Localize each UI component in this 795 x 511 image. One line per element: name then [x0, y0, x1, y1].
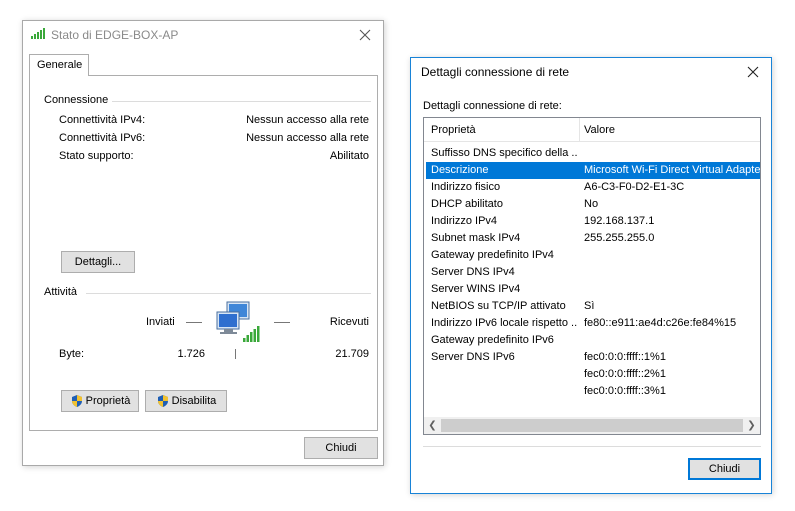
property-cell: Indirizzo IPv6 locale rispetto ...	[431, 317, 577, 329]
wifi-signal-icon	[31, 28, 45, 39]
property-cell: Subnet mask IPv4	[431, 232, 521, 244]
received-line	[274, 322, 290, 323]
property-cell: Server WINS IPv4	[431, 283, 521, 295]
ipv6-connectivity-label: Connettività IPv6:	[59, 132, 146, 144]
disable-button[interactable]: Disabilita	[145, 390, 227, 412]
property-cell: Indirizzo fisico	[431, 181, 501, 193]
scrollbar-thumb[interactable]	[441, 419, 743, 432]
value-cell: fec0:0:0:ffff::3%1	[584, 385, 666, 397]
value-cell: Sì	[584, 300, 595, 312]
tab-generale[interactable]: Generale	[29, 54, 89, 76]
list-header: Proprietà Valore	[424, 118, 760, 142]
list-item[interactable]: fec0:0:0:ffff::2%1	[426, 366, 760, 383]
horizontal-scrollbar[interactable]: ❮ ❯	[424, 417, 760, 434]
close-icon[interactable]	[355, 25, 375, 45]
activity-group-label: Attività	[44, 286, 78, 298]
ipv6-connectivity-value: Nessun accesso alla rete	[246, 132, 369, 144]
value-cell: Microsoft Wi-Fi Direct Virtual Adapter	[584, 164, 760, 176]
status-window-titlebar[interactable]: Stato di EDGE-BOX-AP	[23, 21, 383, 49]
property-cell: Gateway predefinito IPv6	[431, 334, 554, 346]
uac-shield-icon	[71, 395, 82, 407]
list-item[interactable]: Server WINS IPv4	[426, 281, 760, 298]
value-cell: A6-C3-F0-D2-E1-3C	[584, 181, 685, 193]
column-header-property[interactable]: Proprietà	[431, 124, 476, 136]
list-item[interactable]: Indirizzo fisico A6-C3-F0-D2-E1-3C	[426, 179, 760, 196]
value-cell: No	[584, 198, 599, 210]
list-item[interactable]: Descrizione Microsoft Wi-Fi Direct Virtua…	[426, 162, 760, 179]
status-window-title: Stato di EDGE-BOX-AP	[51, 28, 179, 42]
close-icon[interactable]	[743, 62, 763, 82]
list-item[interactable]: Indirizzo IPv4 192.168.137.1	[426, 213, 760, 230]
details-window-titlebar[interactable]: Dettagli connessione di rete	[411, 58, 771, 86]
details-window: Dettagli connessione di rete Dettagli co…	[410, 57, 772, 494]
status-window: Stato di EDGE-BOX-AP Generale Connession…	[22, 20, 384, 466]
divider	[86, 293, 371, 294]
network-computers-icon	[216, 301, 260, 342]
value-cell: fe80::e911:ae4d:c26e:fe84%15	[584, 317, 737, 329]
value-cell: fec0:0:0:ffff::1%1	[584, 351, 666, 363]
bytes-sent-value: 1.726	[177, 348, 205, 360]
list-item[interactable]: NetBIOS su TCP/IP attivato Sì	[426, 298, 760, 315]
divider	[423, 446, 761, 447]
property-cell: Server DNS IPv4	[431, 266, 515, 278]
bytes-received-value: 21.709	[335, 348, 369, 360]
property-cell: Descrizione	[431, 164, 489, 176]
connection-group-label: Connessione	[44, 94, 109, 106]
divider	[112, 101, 371, 102]
scroll-left-icon[interactable]: ❮	[424, 417, 441, 434]
property-cell: Gateway predefinito IPv4	[431, 249, 554, 261]
list-item[interactable]: Gateway predefinito IPv6	[426, 332, 760, 349]
ipv4-connectivity-label: Connettività IPv4:	[59, 114, 146, 126]
details-button[interactable]: Dettagli...	[61, 251, 135, 273]
property-cell: NetBIOS su TCP/IP attivato	[431, 300, 566, 312]
scroll-right-icon[interactable]: ❯	[743, 417, 760, 434]
column-header-value[interactable]: Valore	[584, 124, 615, 136]
list-item[interactable]: Server DNS IPv4	[426, 264, 760, 281]
property-cell: Server DNS IPv6	[431, 351, 515, 363]
value-cell: 255.255.255.0	[584, 232, 655, 244]
property-cell: Indirizzo IPv4	[431, 215, 498, 227]
uac-shield-icon	[157, 395, 168, 407]
media-state-label: Stato supporto:	[59, 150, 134, 162]
list-item[interactable]: DHCP abilitato No	[426, 196, 760, 213]
list-item[interactable]: Subnet mask IPv4 255.255.255.0	[426, 230, 760, 247]
details-list[interactable]: Proprietà Valore Suffisso DNS specifico …	[423, 117, 761, 435]
close-button[interactable]: Chiudi	[688, 458, 761, 480]
tab-panel: Connessione Connettività IPv4: Nessun ac…	[29, 75, 378, 431]
column-separator[interactable]	[579, 118, 580, 142]
property-cell: Suffisso DNS specifico della ...	[431, 147, 577, 159]
bytes-label: Byte:	[59, 348, 85, 360]
ipv4-connectivity-value: Nessun accesso alla rete	[246, 114, 369, 126]
list-item[interactable]: Server DNS IPv6 fec0:0:0:ffff::1%1	[426, 349, 760, 366]
disable-button-label: Disabilita	[171, 395, 217, 407]
media-state-value: Abilitato	[329, 150, 369, 162]
list-item[interactable]: fec0:0:0:ffff::3%1	[426, 383, 760, 400]
property-cell: DHCP abilitato	[431, 198, 503, 210]
sent-label: Inviati	[146, 316, 175, 328]
properties-button[interactable]: Proprietà	[61, 390, 139, 412]
list-item[interactable]: Indirizzo IPv6 locale rispetto ... fe80::…	[426, 315, 760, 332]
sent-line	[186, 322, 202, 323]
list-item[interactable]: Gateway predefinito IPv4	[426, 247, 760, 264]
close-button[interactable]: Chiudi	[304, 437, 378, 459]
bytes-divider	[235, 349, 236, 359]
details-subtitle: Dettagli connessione di rete:	[423, 100, 562, 112]
value-cell: 192.168.137.1	[584, 215, 655, 227]
value-cell: fec0:0:0:ffff::2%1	[584, 368, 666, 380]
received-label: Ricevuti	[329, 316, 369, 328]
list-item[interactable]: Suffisso DNS specifico della ...	[426, 145, 760, 162]
details-window-title: Dettagli connessione di rete	[421, 65, 570, 79]
properties-button-label: Proprietà	[85, 395, 131, 407]
